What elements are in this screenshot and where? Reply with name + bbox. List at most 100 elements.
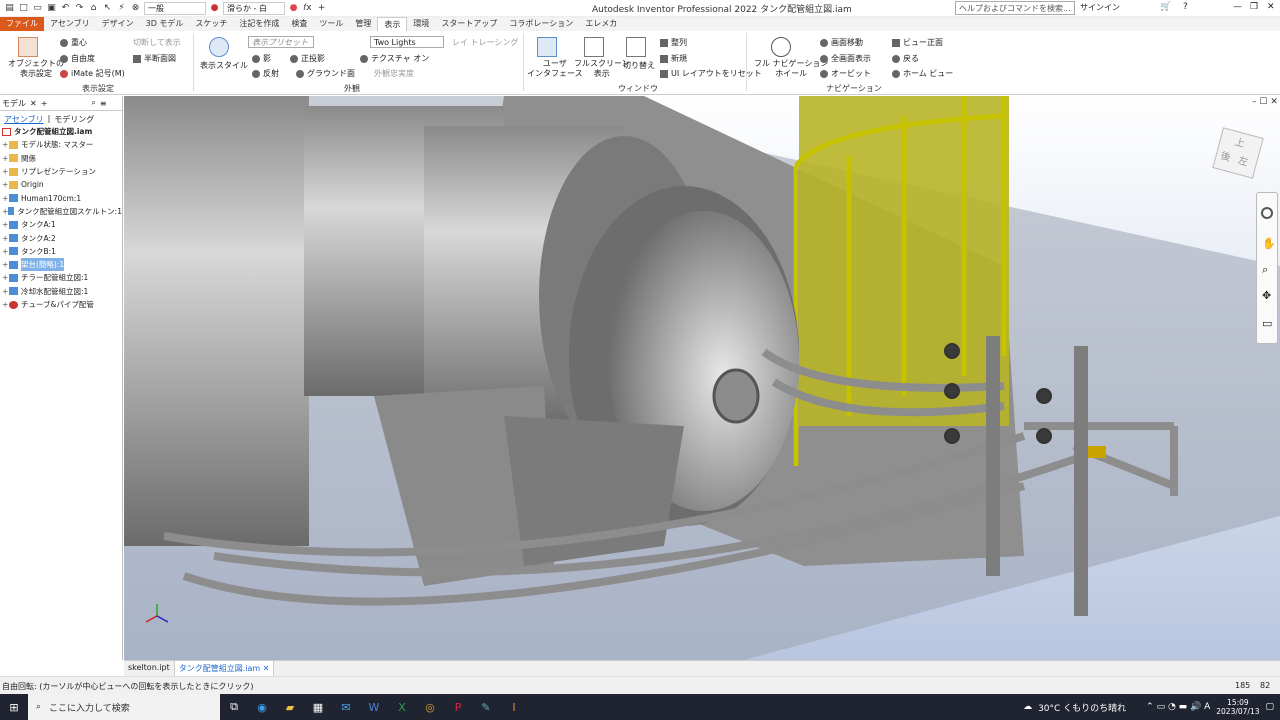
fullscreen-icon[interactable] xyxy=(584,37,604,57)
open-icon[interactable]: ▭ xyxy=(32,3,43,14)
tree-node[interactable]: + 関係 xyxy=(0,152,122,165)
object-display-icon[interactable] xyxy=(18,37,38,57)
zoom-all-button[interactable]: 全画面表示 xyxy=(820,53,871,64)
tree-node[interactable]: + Origin xyxy=(0,178,122,191)
fx-icon[interactable]: 𝑓x xyxy=(302,3,313,14)
close-icon[interactable]: ✕ xyxy=(1270,97,1278,107)
tab-collaborate[interactable]: コラボレーション xyxy=(503,17,579,31)
tab-sketch[interactable]: スケッチ xyxy=(189,17,233,31)
close-button[interactable]: ✕ xyxy=(1267,2,1275,12)
zoom-icon[interactable]: ⌕ xyxy=(1262,263,1268,277)
material-select[interactable]: 一般 xyxy=(144,1,206,15)
tab-manage[interactable]: 管理 xyxy=(349,17,377,31)
tray-icons[interactable]: ⌃ ▭ ◔ ▬ 🔊 A xyxy=(1146,702,1210,712)
new-icon[interactable]: □ xyxy=(18,3,29,14)
plus-icon[interactable]: + xyxy=(316,3,327,14)
tree-node[interactable]: + タンクA:1 xyxy=(0,218,122,231)
appearance-fidelity-button[interactable]: 外観忠実度 xyxy=(374,68,414,79)
doc-tab-skelton[interactable]: skelton.ipt xyxy=(124,661,175,676)
add-tab-icon[interactable]: + xyxy=(41,99,48,108)
tree-node[interactable]: タンク配管組立図.iam xyxy=(0,125,122,138)
nav-wheel-icon[interactable] xyxy=(771,37,791,57)
full-nav-wheel-button[interactable]: フル ナビゲーション ホイール xyxy=(754,59,828,79)
view-cube-left[interactable]: 左 xyxy=(1237,152,1251,168)
tree-node[interactable]: + タンクB:1 xyxy=(0,245,122,258)
pan-button[interactable]: 画面移動 xyxy=(820,37,863,48)
tab-tools[interactable]: ツール xyxy=(313,17,349,31)
edge-icon[interactable]: ◉ xyxy=(248,694,276,720)
minimize-icon[interactable]: – xyxy=(1252,97,1257,107)
slice-button[interactable]: 切断して表示 xyxy=(133,37,181,48)
ground-plane-button[interactable]: グラウンド面 xyxy=(296,68,355,79)
help-search-input[interactable]: ヘルプおよびコマンドを検索... xyxy=(955,1,1075,15)
texture-button[interactable]: テクスチャ オン xyxy=(360,53,429,64)
weather-text[interactable]: 30°C くもりのち晴れ xyxy=(1038,701,1126,714)
menu-icon[interactable]: ≡ xyxy=(100,99,107,108)
file-icon[interactable]: ▤ xyxy=(4,3,15,14)
inventor-icon[interactable]: I xyxy=(500,694,528,720)
chrome-icon[interactable]: ◎ xyxy=(416,694,444,720)
tree-node[interactable]: + 冷却水配管組立図:1 xyxy=(0,285,122,298)
center-of-gravity-button[interactable]: 重心 xyxy=(60,37,87,48)
tab-environment[interactable]: 環境 xyxy=(407,17,435,31)
view-cube-top[interactable]: 上 xyxy=(1233,133,1247,150)
nav-wheel-icon[interactable] xyxy=(1261,207,1273,219)
task-view-icon[interactable]: ⧉ xyxy=(220,694,248,720)
reflection-button[interactable]: 反射 xyxy=(252,68,279,79)
powerpoint-icon[interactable]: P xyxy=(444,694,472,720)
signin-link[interactable]: サインイン xyxy=(1080,2,1120,13)
subtab-modeling[interactable]: モデリング xyxy=(54,114,94,124)
tree-node[interactable]: + Human170cm:1 xyxy=(0,191,122,204)
tree-node[interactable]: + モデル状態: マスター xyxy=(0,138,122,151)
graphics-viewport[interactable]: 上 後 左 – ☐ ✕ xyxy=(124,96,1280,660)
view-cube-back[interactable]: 後 xyxy=(1219,147,1233,164)
tab-annotate[interactable]: 注記を作成 xyxy=(233,17,285,31)
select-icon[interactable]: ↖ xyxy=(102,3,113,14)
redo-icon[interactable]: ↷ xyxy=(74,3,85,14)
tab-inspect[interactable]: 検査 xyxy=(285,17,313,31)
lighting-select[interactable]: Two Lights xyxy=(370,36,444,48)
back-button[interactable]: 戻る xyxy=(892,53,919,64)
look-at-icon[interactable]: ▭ xyxy=(1262,317,1272,330)
tab-design[interactable]: デザイン xyxy=(96,17,140,31)
notification-icon[interactable]: ▢ xyxy=(1265,702,1274,712)
home-icon[interactable]: ⌂ xyxy=(88,3,99,14)
fullscreen-button[interactable]: フルスクリーン 表示 xyxy=(574,59,630,79)
visual-style-button[interactable]: 表示スタイル xyxy=(200,60,248,71)
home-view-button[interactable]: ホーム ビュー xyxy=(892,68,953,79)
visual-style-icon[interactable] xyxy=(209,37,229,57)
excel-icon[interactable]: X xyxy=(388,694,416,720)
close-icon[interactable]: ✕ xyxy=(263,664,270,673)
tab-elemech[interactable]: エレメカ xyxy=(579,17,623,31)
half-section-button[interactable]: 半断面図 xyxy=(133,53,176,64)
minimize-button[interactable]: — xyxy=(1233,2,1242,12)
tree-node[interactable]: + 架台(簡略):1 xyxy=(0,258,122,272)
raytrace-button[interactable]: レイ トレーシング xyxy=(452,37,518,48)
appearance-select[interactable]: 滑らか - 白 xyxy=(223,1,285,15)
tab-assembly[interactable]: アセンブリ xyxy=(44,17,96,31)
taskbar-search[interactable]: ⌕ ここに入力して検索 xyxy=(28,694,220,720)
ortho-button[interactable]: 正投影 xyxy=(290,53,325,64)
search-icon[interactable]: ⌕ xyxy=(91,98,95,108)
shadow-button[interactable]: 影 xyxy=(252,53,271,64)
imate-button[interactable]: iMate 記号(M) xyxy=(60,68,125,79)
explorer-icon[interactable]: ▰ xyxy=(276,694,304,720)
tab-getstarted[interactable]: スタートアップ xyxy=(435,17,503,31)
switch-window-button[interactable]: 切り替え xyxy=(623,60,655,71)
update-icon[interactable]: ⚡ xyxy=(116,3,127,14)
user-interface-icon[interactable] xyxy=(537,37,557,57)
tab-3d-model[interactable]: 3D モデル xyxy=(140,17,190,31)
tab-view[interactable]: 表示 xyxy=(377,17,408,31)
orbit-icon[interactable]: ✥ xyxy=(1262,289,1271,302)
close-icon[interactable]: ✕ xyxy=(30,99,37,108)
doc-tab-assembly[interactable]: タンク配管組立図.iam ✕ xyxy=(174,661,275,676)
tree-node[interactable]: + リプレゼンテーション xyxy=(0,165,122,178)
save-icon[interactable]: ▣ xyxy=(46,3,57,14)
new-window-button[interactable]: 新規 xyxy=(660,53,687,64)
clear-icon[interactable]: ⊗ xyxy=(130,3,141,14)
subtab-assembly[interactable]: アセンブリ xyxy=(4,114,44,124)
object-display-button[interactable]: オブジェクトの 表示設定 xyxy=(8,59,64,79)
appearance-icon[interactable]: ● xyxy=(288,3,299,14)
tree-node[interactable]: + タンクA:2 xyxy=(0,231,122,244)
view-preset-select[interactable]: 表示プリセット xyxy=(248,36,314,48)
